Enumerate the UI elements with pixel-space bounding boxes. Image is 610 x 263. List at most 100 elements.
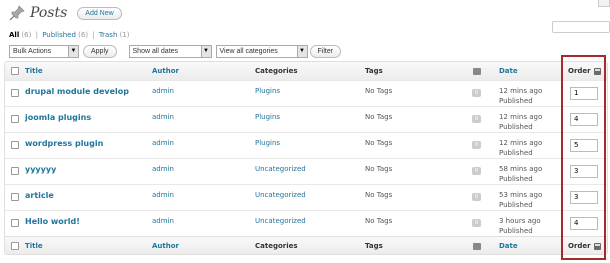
add-new-button[interactable]: Add New (77, 6, 122, 20)
post-title-link[interactable]: drupal module develop (25, 87, 129, 96)
order-input[interactable]: 3 (570, 165, 598, 178)
post-date-cell: 12 mins ago Published (499, 138, 542, 158)
post-category-link[interactable]: Plugins (255, 87, 280, 95)
order-input[interactable]: 4 (570, 217, 598, 230)
filters-bar: Bulk Actions ▼ Apply Show all dates ▼ Vi… (9, 44, 353, 58)
table-body: drupal module develop admin Plugins No T… (5, 80, 607, 236)
post-title-link[interactable]: yyyyyy (25, 165, 56, 174)
post-date: 53 mins ago (499, 191, 543, 199)
order-header-label: Order (568, 242, 591, 250)
comment-count-bubble[interactable]: 0 (472, 89, 481, 97)
column-tags-header: Tags (365, 242, 383, 250)
row-checkbox[interactable] (11, 89, 19, 97)
bulk-actions-select[interactable]: Bulk Actions ▼ (9, 44, 79, 58)
order-header-label: Order (568, 67, 591, 75)
screen-options-tab[interactable] (598, 0, 610, 7)
view-published-count: (6) (78, 31, 89, 39)
column-author-header[interactable]: Author (152, 242, 179, 250)
apply-button[interactable]: Apply (83, 44, 117, 58)
dates-select[interactable]: Show all dates ▼ (128, 44, 212, 58)
post-author-link[interactable]: admin (152, 139, 174, 147)
post-author-link[interactable]: admin (152, 165, 174, 173)
comments-icon[interactable] (473, 68, 481, 75)
post-title-link[interactable]: joomla plugins (25, 113, 91, 122)
post-date: 12 mins ago (499, 87, 543, 95)
save-icon[interactable] (593, 242, 601, 250)
select-all-checkbox[interactable] (11, 242, 19, 250)
post-category-link[interactable]: Uncategorized (255, 191, 306, 199)
view-all-link[interactable]: All (9, 31, 19, 39)
page-title: Posts (30, 5, 68, 21)
chevron-down-icon: ▼ (200, 45, 211, 57)
post-date: 12 mins ago (499, 113, 543, 121)
column-title-header[interactable]: Title (25, 242, 43, 250)
post-author-link[interactable]: admin (152, 113, 174, 121)
post-date: 3 hours ago (499, 217, 541, 225)
row-checkbox[interactable] (11, 141, 19, 149)
row-checkbox[interactable] (11, 115, 19, 123)
post-title-link[interactable]: wordpress plugin (25, 139, 103, 148)
post-title-link[interactable]: Hello world! (25, 217, 80, 226)
page-header: Posts Add New (8, 2, 122, 24)
post-author-link[interactable]: admin (152, 217, 174, 225)
separator: | (92, 31, 95, 39)
table-row: yyyyyy admin Uncategorized No Tags 0 58 … (5, 158, 607, 184)
column-order-header: Order (568, 242, 601, 250)
post-category-link[interactable]: Uncategorized (255, 165, 306, 173)
post-title-link[interactable]: article (25, 191, 54, 200)
chevron-down-icon: ▼ (68, 45, 78, 57)
post-tags: No Tags (365, 191, 393, 199)
column-title-header[interactable]: Title (25, 67, 43, 75)
view-all-count: (6) (21, 31, 32, 39)
post-tags: No Tags (365, 113, 393, 121)
comment-count-bubble[interactable]: 0 (472, 167, 481, 175)
post-date: 58 mins ago (499, 165, 543, 173)
select-all-checkbox[interactable] (11, 67, 19, 75)
table-header: Title Author Categories Tags Date Order (5, 62, 607, 80)
separator: | (35, 31, 38, 39)
column-categories-header: Categories (255, 242, 298, 250)
row-checkbox[interactable] (11, 167, 19, 175)
post-status: Published (499, 123, 533, 131)
post-category-link[interactable]: Plugins (255, 139, 280, 147)
post-category-link[interactable]: Plugins (255, 113, 280, 121)
order-input[interactable]: 4 (570, 113, 598, 126)
table-footer: Title Author Categories Tags Date Order (5, 236, 607, 254)
categories-select[interactable]: View all categories ▼ (215, 44, 308, 58)
column-author-header[interactable]: Author (152, 67, 179, 75)
post-tags: No Tags (365, 165, 393, 173)
post-status: Published (499, 227, 533, 235)
post-status: Published (499, 149, 533, 157)
comment-count-bubble[interactable]: 0 (472, 141, 481, 149)
post-author-link[interactable]: admin (152, 191, 174, 199)
post-date-cell: 58 mins ago Published (499, 164, 542, 184)
comment-count-bubble[interactable]: 0 (472, 115, 481, 123)
view-trash-count: (1) (119, 31, 130, 39)
view-trash-link[interactable]: Trash (99, 31, 118, 39)
post-tags: No Tags (365, 87, 393, 95)
post-date: 12 mins ago (499, 139, 543, 147)
row-checkbox[interactable] (11, 193, 19, 201)
order-input[interactable]: 5 (570, 139, 598, 152)
order-input[interactable]: 3 (570, 191, 598, 204)
column-date-header[interactable]: Date (499, 67, 518, 75)
save-icon[interactable] (593, 67, 601, 75)
chevron-down-icon: ▼ (296, 45, 307, 57)
comment-count-bubble[interactable]: 0 (472, 193, 481, 201)
dates-value: Show all dates (132, 47, 179, 55)
column-date-header[interactable]: Date (499, 242, 518, 250)
table-row: drupal module develop admin Plugins No T… (5, 80, 607, 106)
comments-icon[interactable] (473, 243, 481, 250)
filter-button[interactable]: Filter (309, 44, 342, 58)
post-category-link[interactable]: Uncategorized (255, 217, 306, 225)
post-status: Published (499, 175, 533, 183)
post-date-cell: 12 mins ago Published (499, 112, 542, 132)
order-input[interactable]: 1 (570, 87, 598, 100)
post-author-link[interactable]: admin (152, 87, 174, 95)
post-date-cell: 12 mins ago Published (499, 86, 542, 106)
search-input[interactable] (552, 21, 610, 33)
comment-count-bubble[interactable]: 0 (472, 219, 481, 227)
row-checkbox[interactable] (11, 219, 19, 227)
post-tags: No Tags (365, 217, 393, 225)
view-published-link[interactable]: Published (42, 31, 76, 39)
